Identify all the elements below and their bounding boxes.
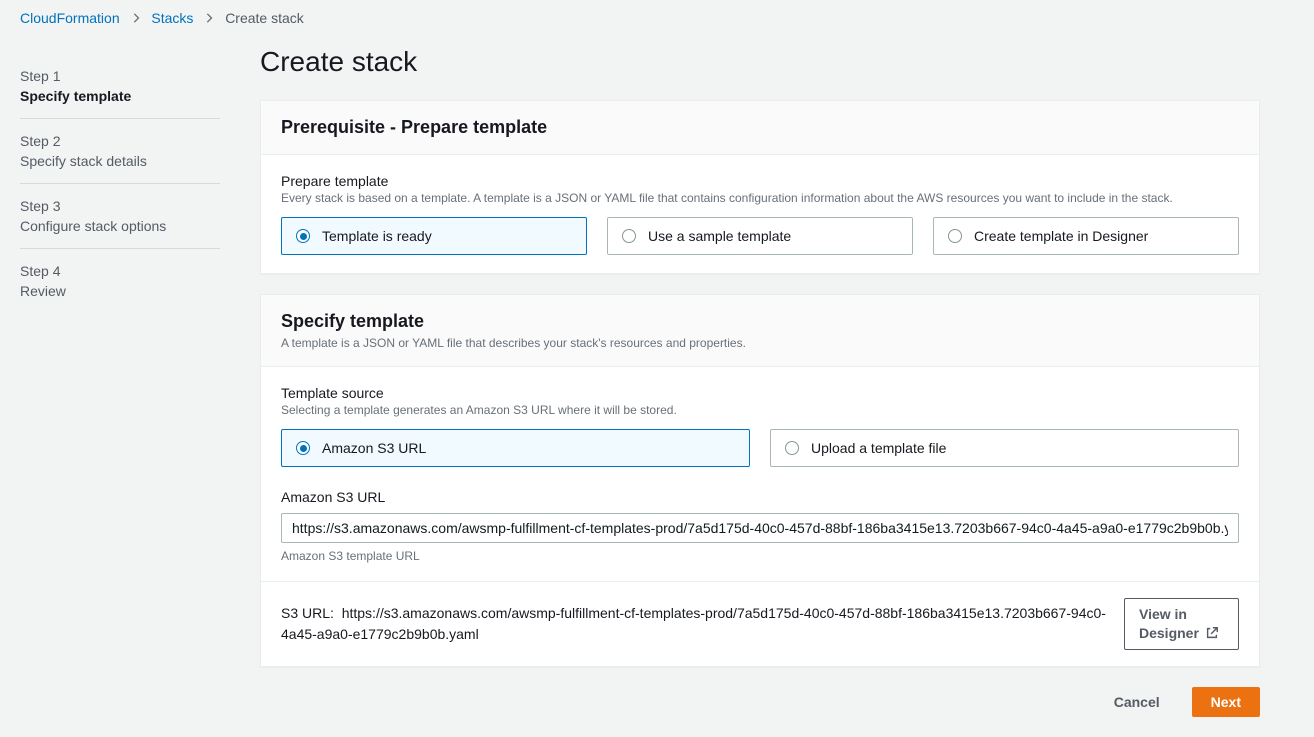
specify-template-panel: Specify template A template is a JSON or… [260, 294, 1260, 667]
cancel-button[interactable]: Cancel [1096, 687, 1178, 717]
step-number: Step 3 [20, 198, 220, 214]
s3-url-label: Amazon S3 URL [281, 489, 1239, 505]
s3-url-helper: Amazon S3 template URL [281, 549, 1239, 563]
main-content: Create stack Prerequisite - Prepare temp… [260, 36, 1260, 717]
radio-icon [296, 441, 310, 455]
radio-icon [948, 229, 962, 243]
step-number: Step 2 [20, 133, 220, 149]
radio-label: Create template in Designer [974, 228, 1148, 244]
radio-label: Template is ready [322, 228, 432, 244]
view-in-designer-line1: View in [1139, 605, 1187, 624]
page-title: Create stack [260, 46, 1260, 78]
radio-amazon-s3-url[interactable]: Amazon S3 URL [281, 429, 750, 467]
s3-url-prefix: S3 URL: [281, 605, 334, 621]
radio-icon [785, 441, 799, 455]
step-label: Review [20, 283, 220, 299]
radio-label: Use a sample template [648, 228, 791, 244]
view-in-designer-line2: Designer [1139, 624, 1199, 643]
s3-url-display: S3 URL: https://s3.amazonaws.com/awsmp-f… [281, 603, 1110, 645]
wizard-step-3[interactable]: Step 3 Configure stack options [20, 184, 220, 249]
template-source-label: Template source [281, 385, 1239, 401]
prepare-template-label: Prepare template [281, 173, 1239, 189]
radio-create-in-designer[interactable]: Create template in Designer [933, 217, 1239, 255]
template-source-desc: Selecting a template generates an Amazon… [281, 403, 1239, 417]
radio-upload-template-file[interactable]: Upload a template file [770, 429, 1239, 467]
specify-template-header: Specify template [281, 311, 1239, 332]
breadcrumb-stacks[interactable]: Stacks [151, 10, 193, 26]
s3-url-value: https://s3.amazonaws.com/awsmp-fulfillme… [281, 605, 1106, 642]
specify-template-desc: A template is a JSON or YAML file that d… [281, 336, 1239, 350]
prepare-template-desc: Every stack is based on a template. A te… [281, 191, 1239, 205]
view-in-designer-button[interactable]: View in Designer [1124, 598, 1239, 650]
step-number: Step 1 [20, 68, 220, 84]
radio-label: Amazon S3 URL [322, 440, 426, 456]
radio-template-is-ready[interactable]: Template is ready [281, 217, 587, 255]
step-label: Configure stack options [20, 218, 220, 234]
breadcrumb: CloudFormation Stacks Create stack [0, 0, 1314, 36]
wizard-step-2[interactable]: Step 2 Specify stack details [20, 119, 220, 184]
breadcrumb-cloudformation[interactable]: CloudFormation [20, 10, 120, 26]
prepare-template-options: Template is ready Use a sample template … [281, 217, 1239, 255]
step-number: Step 4 [20, 263, 220, 279]
template-source-options: Amazon S3 URL Upload a template file [281, 429, 1239, 467]
wizard-step-4[interactable]: Step 4 Review [20, 249, 220, 313]
step-label: Specify template [20, 88, 220, 104]
external-link-icon [1205, 626, 1219, 640]
footer-actions: Cancel Next [260, 687, 1260, 717]
prerequisite-panel: Prerequisite - Prepare template Prepare … [260, 100, 1260, 274]
wizard-steps-sidebar: Step 1 Specify template Step 2 Specify s… [20, 36, 220, 717]
radio-icon [296, 229, 310, 243]
radio-use-sample-template[interactable]: Use a sample template [607, 217, 913, 255]
wizard-step-1[interactable]: Step 1 Specify template [20, 54, 220, 119]
radio-label: Upload a template file [811, 440, 946, 456]
step-label: Specify stack details [20, 153, 220, 169]
prerequisite-header: Prerequisite - Prepare template [281, 117, 1239, 138]
chevron-right-icon [205, 10, 217, 26]
s3-url-input[interactable] [281, 513, 1239, 543]
next-button[interactable]: Next [1192, 687, 1260, 717]
s3-url-summary-row: S3 URL: https://s3.amazonaws.com/awsmp-f… [261, 581, 1259, 666]
chevron-right-icon [132, 10, 144, 26]
breadcrumb-current: Create stack [225, 10, 304, 26]
radio-icon [622, 229, 636, 243]
